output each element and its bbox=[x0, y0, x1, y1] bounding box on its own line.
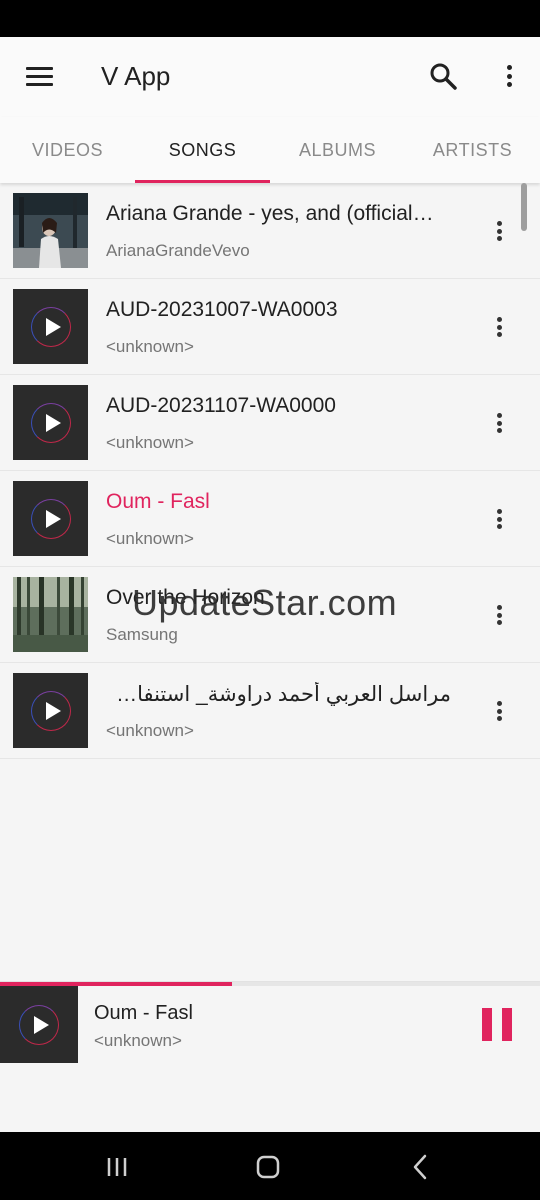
song-item[interactable]: Over the Horizon Samsung bbox=[0, 567, 540, 663]
tab-bar: VIDEOS SONGS ALBUMS ARTISTS bbox=[0, 117, 540, 183]
tab-artists[interactable]: ARTISTS bbox=[405, 117, 540, 183]
tab-videos[interactable]: VIDEOS bbox=[0, 117, 135, 183]
song-item[interactable]: مراسل العربي أحمد دراوشة_ استنفار بمنط… … bbox=[0, 663, 540, 759]
song-item[interactable]: AUD-20231107-WA0000 <unknown> bbox=[0, 375, 540, 471]
back-icon[interactable] bbox=[406, 1152, 436, 1182]
play-thumbnail bbox=[13, 385, 88, 460]
more-vert-icon[interactable] bbox=[490, 697, 508, 725]
song-item[interactable]: AUD-20231007-WA0003 <unknown> bbox=[0, 279, 540, 375]
tab-albums[interactable]: ALBUMS bbox=[270, 117, 405, 183]
progress-track[interactable] bbox=[0, 982, 540, 986]
play-icon bbox=[34, 1015, 49, 1034]
song-artist: <unknown> bbox=[106, 721, 194, 740]
song-title: AUD-20231007-WA0003 bbox=[106, 298, 338, 321]
app-bar: V App bbox=[0, 37, 540, 117]
scrollbar[interactable] bbox=[521, 183, 527, 231]
play-icon bbox=[45, 413, 61, 432]
play-thumbnail bbox=[13, 673, 88, 748]
now-playing-thumbnail bbox=[0, 986, 78, 1063]
song-item-playing[interactable]: Oum - Fasl <unknown> bbox=[0, 471, 540, 567]
song-title: Oum - Fasl bbox=[106, 490, 210, 513]
song-artist: <unknown> bbox=[106, 529, 194, 548]
hamburger-icon[interactable] bbox=[26, 67, 53, 87]
song-title: مراسل العربي أحمد دراوشة_ استنفار بمنط… bbox=[106, 683, 451, 706]
song-title: Ariana Grande - yes, and (official… bbox=[106, 202, 434, 225]
play-icon bbox=[45, 701, 61, 720]
song-artist: <unknown> bbox=[106, 433, 194, 452]
song-list: Ariana Grande - yes, and (official… Aria… bbox=[0, 183, 540, 759]
mini-player[interactable]: Oum - Fasl <unknown> bbox=[0, 981, 540, 1132]
album-art-thumbnail bbox=[13, 577, 88, 652]
play-icon bbox=[45, 509, 61, 528]
song-artist: Samsung bbox=[106, 625, 178, 644]
app-title: V App bbox=[101, 61, 171, 91]
song-title: AUD-20231107-WA0000 bbox=[106, 394, 336, 417]
more-vert-icon[interactable] bbox=[500, 61, 518, 91]
more-vert-icon[interactable] bbox=[490, 409, 508, 437]
more-vert-icon[interactable] bbox=[490, 601, 508, 629]
status-bar bbox=[0, 0, 540, 37]
system-nav-bar bbox=[0, 1132, 540, 1200]
active-tab-indicator bbox=[135, 180, 270, 183]
play-thumbnail bbox=[13, 481, 88, 556]
song-artist: ArianaGrandeVevo bbox=[106, 241, 250, 260]
pause-icon[interactable] bbox=[482, 1008, 512, 1041]
song-item[interactable]: Ariana Grande - yes, and (official… Aria… bbox=[0, 183, 540, 279]
now-playing-title: Oum - Fasl bbox=[94, 1002, 193, 1024]
album-art-thumbnail bbox=[13, 193, 88, 268]
more-vert-icon[interactable] bbox=[490, 217, 508, 245]
play-thumbnail bbox=[13, 289, 88, 364]
now-playing-artist: <unknown> bbox=[94, 1031, 182, 1050]
song-artist: <unknown> bbox=[106, 337, 194, 356]
recents-icon[interactable] bbox=[104, 1152, 134, 1182]
play-icon bbox=[45, 317, 61, 336]
more-vert-icon[interactable] bbox=[490, 505, 508, 533]
tab-songs[interactable]: SONGS bbox=[135, 117, 270, 183]
home-icon[interactable] bbox=[254, 1152, 284, 1182]
song-title: Over the Horizon bbox=[106, 586, 265, 609]
more-vert-icon[interactable] bbox=[490, 313, 508, 341]
search-icon[interactable] bbox=[428, 61, 458, 91]
